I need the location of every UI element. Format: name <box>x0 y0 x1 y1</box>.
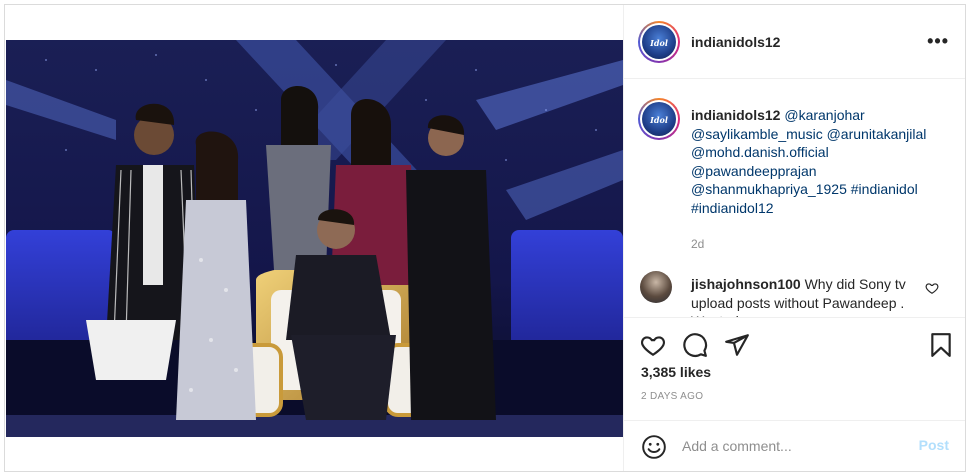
like-heart-icon[interactable] <box>640 332 666 358</box>
hashtag-link[interactable]: #indianidol12 <box>691 200 774 216</box>
caption-avatar[interactable]: Idol <box>638 98 680 140</box>
likes-count[interactable]: 3,385 likes <box>641 364 711 380</box>
post-actions-bar <box>624 317 965 367</box>
save-bookmark-icon[interactable] <box>928 332 954 358</box>
comments-section: Idol indianidols12 @karanjohar @saylikam… <box>624 80 965 317</box>
mention-link[interactable]: @mohd.danish.official <box>691 144 829 160</box>
comment-bubble-icon[interactable] <box>682 332 708 358</box>
post-comment-button[interactable]: Post <box>919 437 949 453</box>
emoji-smiley-icon[interactable] <box>641 434 667 460</box>
comment-item: jishajohnson100 Why did Sony tv upload p… <box>691 275 929 317</box>
group-photo-image <box>6 40 623 437</box>
post-timestamp[interactable]: 2 DAYS AGO <box>641 391 703 402</box>
more-horizontal-icon[interactable]: ••• <box>927 31 949 52</box>
mention-link[interactable]: @pawandeepprajan <box>691 163 817 179</box>
post-media <box>5 5 623 471</box>
post-caption: indianidols12 @karanjohar @saylikamble_m… <box>691 106 953 217</box>
header-username[interactable]: indianidols12 <box>691 34 780 50</box>
profile-avatar[interactable]: Idol <box>638 21 680 63</box>
mention-link[interactable]: @arunitakanjilal <box>827 126 927 142</box>
caption-timestamp[interactable]: 2d <box>691 237 704 251</box>
mention-link[interactable]: @shanmukhapriya_1925 <box>691 181 847 197</box>
avatar-logo-text: Idol <box>650 115 668 125</box>
avatar-image: Idol <box>642 25 676 59</box>
avatar-image: Idol <box>642 102 676 136</box>
post-header: Idol indianidols12 ••• <box>624 5 965 79</box>
add-comment-bar: Post <box>624 420 965 471</box>
post-sidebar: Idol indianidols12 ••• Idol indianidols1… <box>623 5 965 471</box>
instagram-post: Idol indianidols12 ••• Idol indianidols1… <box>4 4 966 472</box>
mention-link[interactable]: @karanjohar <box>784 107 864 123</box>
post-photo[interactable] <box>6 40 623 437</box>
caption-username[interactable]: indianidols12 <box>691 107 780 123</box>
mention-link[interactable]: @saylikamble_music <box>691 126 823 142</box>
commenter-avatar[interactable] <box>640 271 672 303</box>
share-paper-plane-icon[interactable] <box>724 332 750 358</box>
avatar-logo-text: Idol <box>650 38 668 48</box>
hashtag-link[interactable]: #indianidol <box>851 181 918 197</box>
comment-like-heart-icon[interactable] <box>925 281 939 295</box>
comment-username[interactable]: jishajohnson100 <box>691 276 801 292</box>
add-comment-input[interactable] <box>682 435 902 457</box>
